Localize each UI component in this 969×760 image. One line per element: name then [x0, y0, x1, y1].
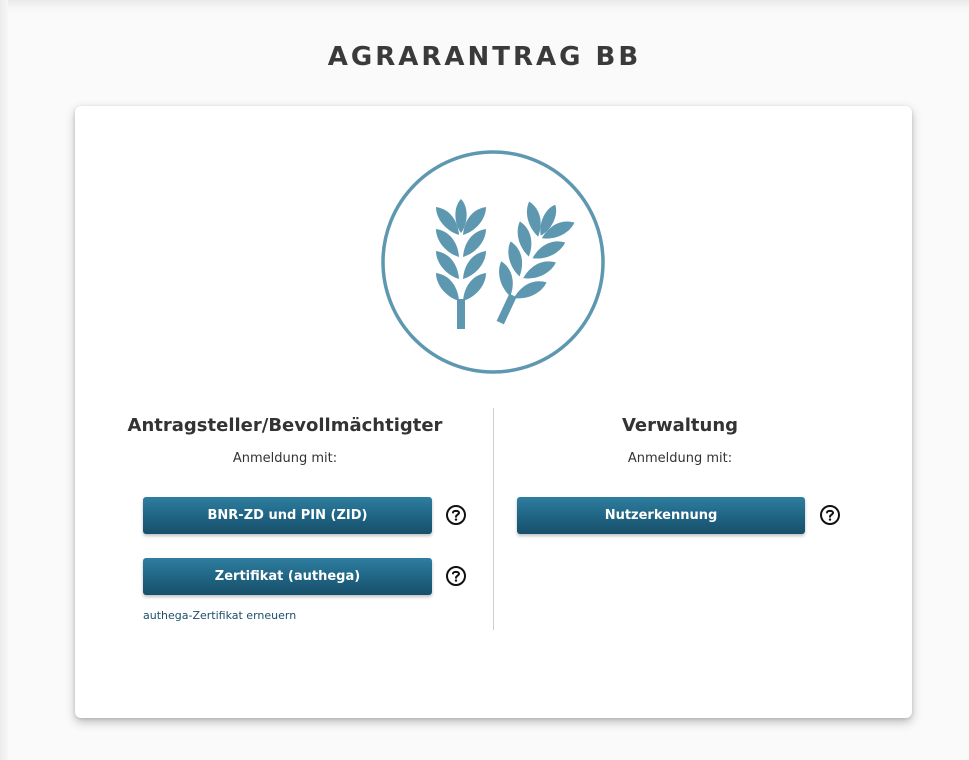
wheat-logo-icon [380, 149, 606, 375]
help-icon[interactable] [445, 565, 467, 587]
bnr-zd-pin-button[interactable]: BNR-ZD und PIN (ZID) [143, 497, 432, 534]
applicant-heading: Antragsteller/Bevollmächtigter [127, 415, 443, 436]
column-divider [493, 408, 494, 630]
help-icon[interactable] [819, 504, 841, 526]
renew-authega-certificate-link[interactable]: authega-Zertifikat erneuern [143, 609, 296, 622]
administration-heading: Verwaltung [621, 415, 739, 436]
login-card: Antragsteller/Bevollmächtigter Anmeldung… [75, 106, 912, 718]
certificate-authega-button[interactable]: Zertifikat (authega) [143, 558, 432, 595]
page-title: AGRARANTRAG BB [327, 42, 642, 72]
applicant-login-label: Anmeldung mit: [232, 451, 338, 466]
help-icon[interactable] [445, 504, 467, 526]
administration-login-label: Anmeldung mit: [627, 451, 733, 466]
user-id-button[interactable]: Nutzerkennung [517, 497, 805, 534]
